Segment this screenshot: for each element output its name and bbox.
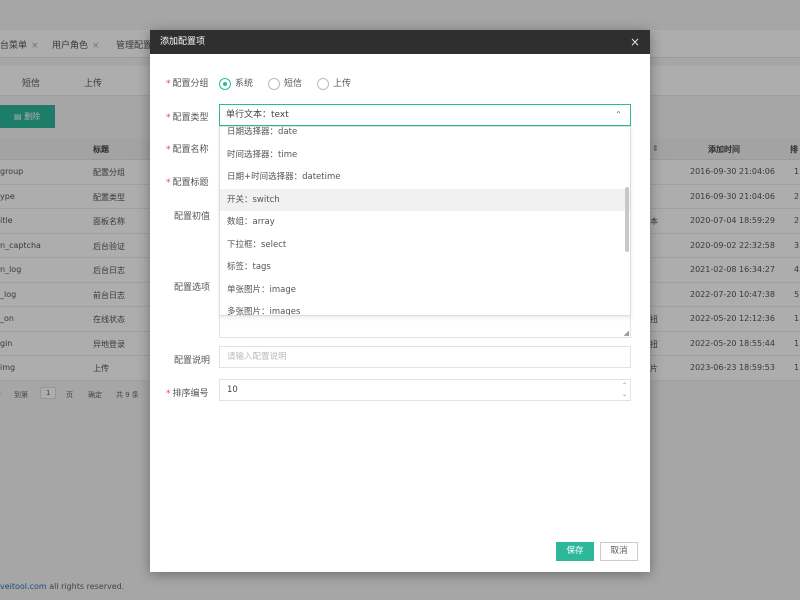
option-select[interactable]: 下拉框：select	[220, 234, 630, 257]
desc-input[interactable]: 请输入配置说明	[219, 346, 631, 368]
label-text: 配置初值	[174, 212, 211, 222]
name-label: * 配置名称	[166, 142, 226, 155]
label-text: 排序编号	[172, 389, 209, 399]
options-label: 配置选项	[166, 280, 226, 293]
close-icon[interactable]: ×	[630, 30, 640, 54]
desc-label: 配置说明	[166, 353, 226, 366]
radio-sms[interactable]: 短信	[268, 76, 302, 90]
options-textarea[interactable]: ◢	[219, 316, 631, 338]
type-label: * 配置类型	[166, 110, 226, 123]
label-text: 配置标题	[172, 178, 209, 188]
required-mark: *	[166, 113, 171, 123]
group-label: * 配置分组	[166, 76, 226, 89]
radio-label: 系统	[235, 79, 254, 89]
radio-unchecked-icon	[268, 77, 280, 90]
option-date[interactable]: 日期选择器：date	[220, 127, 630, 144]
dialog-header: 添加配置项 ×	[150, 30, 650, 54]
chevron-up-icon[interactable]: ⌃	[622, 382, 627, 389]
radio-system[interactable]: 系统	[219, 76, 253, 90]
option-array[interactable]: 数组：array	[220, 211, 630, 234]
dialog-title: 添加配置项	[160, 37, 206, 47]
option-time[interactable]: 时间选择器：time	[220, 144, 630, 167]
option-datetime[interactable]: 日期+时间选择器：datetime	[220, 166, 630, 189]
chevron-down-icon[interactable]: ⌄	[622, 391, 627, 398]
required-mark: *	[166, 79, 171, 89]
initial-label: 配置初值	[166, 209, 226, 222]
sort-value: 10	[227, 385, 238, 395]
dropdown-scrollbar[interactable]	[625, 187, 629, 252]
chevron-up-icon: ⌃	[615, 110, 622, 119]
option-tags[interactable]: 标签：tags	[220, 256, 630, 279]
type-dropdown-list[interactable]: 日期选择器：date 时间选择器：time 日期+时间选择器：datetime …	[219, 126, 631, 316]
add-config-dialog: 添加配置项 × * 配置分组 系统 短信 上传 * 配置类型 单行文本：text ⌃…	[150, 30, 650, 572]
option-switch[interactable]: 开关：switch	[220, 188, 630, 211]
required-mark: *	[166, 178, 171, 188]
radio-checked-icon	[219, 77, 231, 90]
radio-label: 上传	[333, 79, 352, 89]
label-text: 配置选项	[174, 283, 211, 293]
label-text: 配置类型	[172, 113, 209, 123]
number-stepper[interactable]: ⌃ ⌄	[622, 381, 627, 399]
required-mark: *	[166, 389, 171, 399]
resize-grip-icon[interactable]: ◢	[624, 329, 629, 337]
radio-unchecked-icon	[317, 77, 329, 90]
radio-upload[interactable]: 上传	[317, 76, 351, 90]
title-label: * 配置标题	[166, 175, 226, 188]
save-button[interactable]: 保存	[556, 542, 594, 561]
select-value: 单行文本：text	[226, 110, 289, 120]
type-select[interactable]: 单行文本：text ⌃	[219, 104, 631, 126]
sort-label: * 排序编号	[166, 386, 226, 399]
option-images[interactable]: 多张图片：images	[220, 301, 630, 315]
label-text: 配置分组	[172, 79, 209, 89]
radio-label: 短信	[284, 79, 303, 89]
required-mark: *	[166, 145, 171, 155]
label-text: 配置名称	[172, 145, 209, 155]
cancel-button[interactable]: 取消	[600, 542, 638, 561]
sort-input[interactable]: 10 ⌃ ⌄	[219, 379, 631, 401]
label-text: 配置说明	[174, 356, 211, 366]
option-image[interactable]: 单张图片：image	[220, 279, 630, 302]
